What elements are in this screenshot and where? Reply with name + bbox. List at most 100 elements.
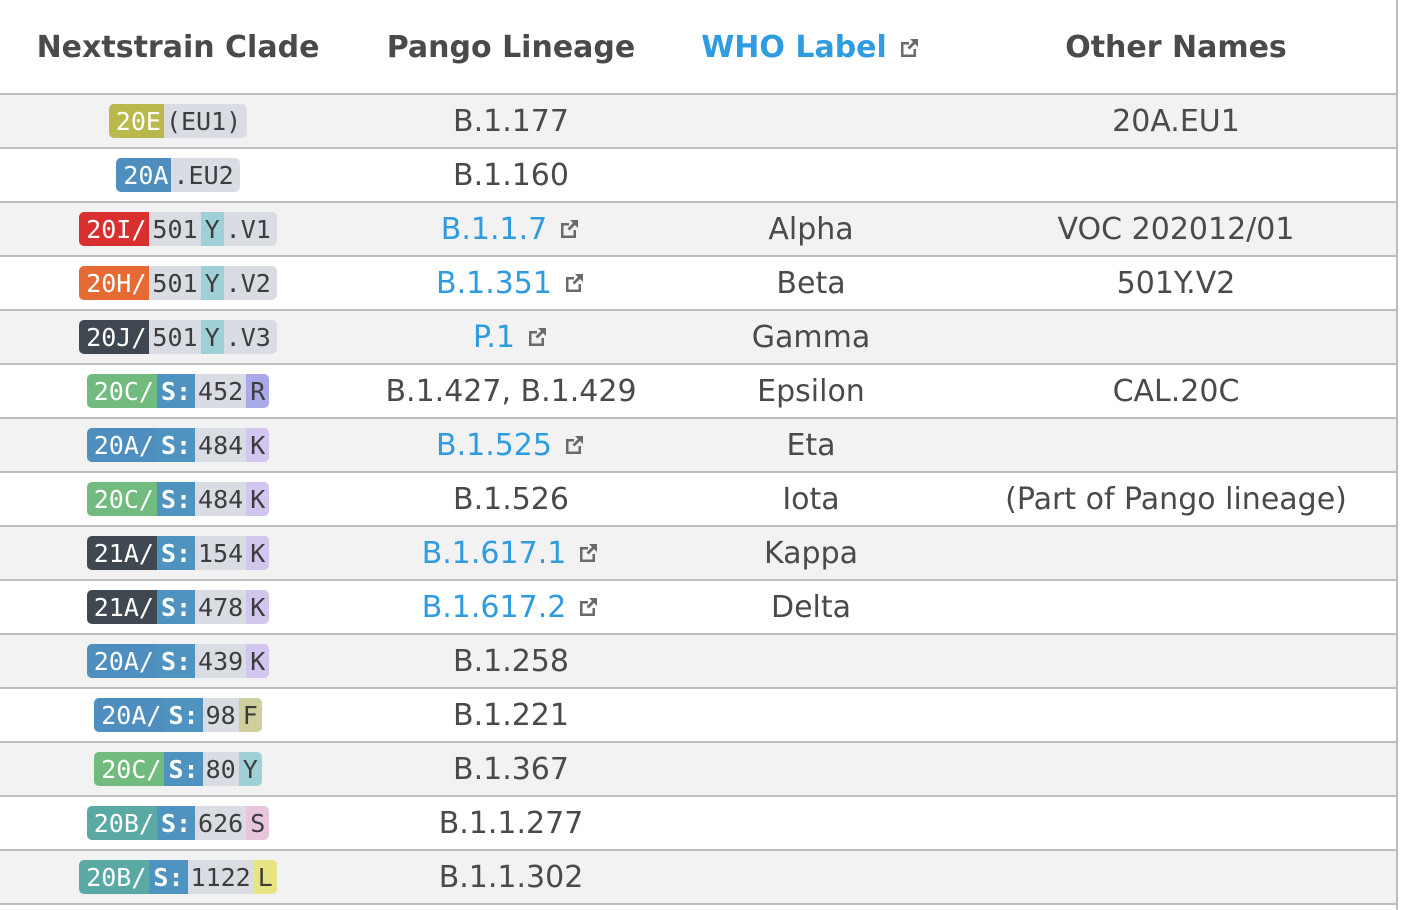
pango-lineage-text: B.1.160 — [452, 157, 569, 193]
clade-label: 20J/ — [79, 320, 150, 354]
cell-nextstrain-clade: 20C/S: 484 K — [0, 473, 356, 525]
cell-other-names — [956, 743, 1396, 795]
mutation-amino-acid: R — [246, 374, 270, 408]
external-link-icon[interactable] — [557, 217, 581, 241]
mutation-position: 80 — [202, 752, 239, 786]
pango-lineage-text[interactable]: B.1.525 — [436, 428, 552, 463]
cell-pango-lineage: B.1.427, B.1.429 — [356, 365, 666, 417]
external-link-icon[interactable] — [525, 325, 549, 349]
clade-badge: 20E (EU1) — [108, 104, 248, 138]
mutation-position: 452 — [195, 374, 247, 408]
cell-other-names — [956, 581, 1396, 633]
cell-who-label — [666, 149, 956, 201]
cell-pango-lineage: B.1.160 — [356, 149, 666, 201]
table-row: 20C/S: 80 Y B.1.367 — [0, 743, 1396, 797]
cell-who-label: Beta — [776, 265, 846, 301]
cell-who-label: Iota — [782, 481, 840, 517]
external-link-icon[interactable] — [576, 541, 600, 565]
table-row: 20B/S: 1122 L B.1.1.302 — [0, 851, 1396, 905]
cell-nextstrain-clade: 20A/S: 439 K — [0, 635, 356, 687]
clade-label: 20C/ — [86, 482, 157, 516]
cell-who-label — [666, 851, 956, 903]
cell-other-names: 20A.EU1 — [1112, 103, 1240, 139]
clade-label: 20I/ — [79, 212, 150, 246]
variants-table: Nextstrain Clade Pango Lineage WHO Label… — [0, 0, 1398, 910]
pango-lineage-text[interactable]: B.1.1.7 — [441, 212, 547, 247]
mutation-position: 439 — [195, 644, 247, 678]
cell-pango-lineage: B.1.367 — [356, 743, 666, 795]
external-link-icon[interactable] — [576, 595, 600, 619]
clade-badge: 20H/501 Y .V2 — [79, 266, 277, 300]
clade-label: 20A/ — [94, 698, 165, 732]
table-row: 21A/S: 154 K B.1.617.1 Kappa — [0, 527, 1396, 581]
external-link-icon[interactable] — [562, 271, 586, 295]
pango-lineage-text: B.1.526 — [452, 481, 569, 517]
pango-lineage-text[interactable]: B.1.617.1 — [422, 536, 567, 571]
clade-suffix: .V3 — [225, 322, 271, 352]
cell-other-names — [956, 635, 1396, 687]
mutation-amino-acid: Y — [200, 320, 224, 354]
clade-badge: 20A/S: 484 K — [86, 428, 270, 462]
pango-lineage-link[interactable]: B.1.617.1 — [356, 527, 666, 579]
mutation-amino-acid: Y — [200, 266, 224, 300]
gene-label: S: — [156, 536, 196, 570]
cell-nextstrain-clade: 20A/S: 98 F — [0, 689, 356, 741]
mutation-position: 626 — [195, 806, 247, 840]
cell-who-label: Alpha — [768, 211, 854, 247]
mutation-amino-acid: K — [246, 428, 270, 462]
pango-lineage-text: B.1.1.277 — [438, 805, 584, 841]
gene-label: S: — [156, 428, 196, 462]
gene-label: S: — [149, 860, 188, 894]
table-row: 20J/501 Y .V3 P.1 Gamma — [0, 311, 1396, 365]
cell-nextstrain-clade: 20A .EU2 — [0, 149, 356, 201]
cell-other-names — [956, 419, 1396, 471]
gene-label: S: — [164, 698, 203, 732]
table-header: Nextstrain Clade Pango Lineage WHO Label… — [0, 0, 1396, 95]
pango-lineage-link[interactable]: B.1.1.7 — [356, 203, 666, 255]
pango-lineage-text[interactable]: P.1 — [473, 320, 515, 355]
pango-lineage-link[interactable]: B.1.351 — [356, 257, 666, 309]
table-row: 20E (EU1) B.1.177 20A.EU1 — [0, 95, 1396, 149]
pango-lineage-text: B.1.1.302 — [438, 859, 584, 895]
external-link-icon[interactable] — [562, 433, 586, 457]
cell-other-names — [956, 149, 1396, 201]
gene-label: S: — [164, 752, 203, 786]
clade-badge: 20C/S: 484 K — [86, 482, 270, 516]
pango-lineage-text: B.1.177 — [452, 103, 569, 139]
header-pango-lineage: Pango Lineage — [386, 30, 636, 65]
gene-label: S: — [156, 806, 196, 840]
table-row: 21A/S: 478 K B.1.617.2 Delta — [0, 581, 1396, 635]
pango-lineage-link[interactable]: P.1 — [356, 311, 666, 363]
mutation-amino-acid: Y — [238, 752, 262, 786]
table-row: 20H/501 Y .V2 B.1.351 Beta 501Y.V2 — [0, 257, 1396, 311]
cell-other-names: VOC 202012/01 — [1057, 211, 1295, 247]
pango-lineage-text[interactable]: B.1.617.2 — [422, 590, 567, 625]
clade-label: 20C/ — [94, 752, 165, 786]
table-row: 20A .EU2 B.1.160 — [0, 149, 1396, 203]
header-who-label[interactable]: WHO Label — [701, 30, 887, 65]
mutation-amino-acid: Y — [200, 212, 224, 246]
cell-who-label: Eta — [786, 427, 836, 463]
cell-other-names — [956, 851, 1396, 903]
table-row: 20C/S: 484 K B.1.526 Iota (Part of Pango line… — [0, 473, 1396, 527]
pango-lineage-link[interactable]: B.1.617.2 — [356, 581, 666, 633]
mutation-position: 484 — [195, 482, 247, 516]
clade-badge: 21A/S: 154 K — [86, 536, 270, 570]
cell-who-label — [666, 689, 956, 741]
table-row: 20B/S: 626 S B.1.1.277 — [0, 797, 1396, 851]
pango-lineage-text[interactable]: B.1.351 — [436, 266, 552, 301]
header-who-label-link[interactable]: WHO Label — [666, 0, 956, 95]
clade-badge: 20A .EU2 — [116, 158, 240, 192]
clade-label: 20A/ — [86, 428, 157, 462]
mutation-amino-acid: S — [246, 806, 270, 840]
cell-pango-lineage: B.1.1.277 — [356, 797, 666, 849]
cell-nextstrain-clade: 20A/S: 484 K — [0, 419, 356, 471]
table-row: 20A/S: 98 F B.1.221 — [0, 689, 1396, 743]
clade-badge: 21A/S: 478 K — [86, 590, 270, 624]
cell-nextstrain-clade: 20I/501 Y .V1 — [0, 203, 356, 255]
pango-lineage-link[interactable]: B.1.525 — [356, 419, 666, 471]
cell-pango-lineage: B.1.177 — [356, 95, 666, 147]
gene-label: S: — [156, 374, 196, 408]
table-row: 20A/S: 484 K B.1.525 Eta — [0, 419, 1396, 473]
external-link-icon[interactable] — [897, 36, 921, 60]
